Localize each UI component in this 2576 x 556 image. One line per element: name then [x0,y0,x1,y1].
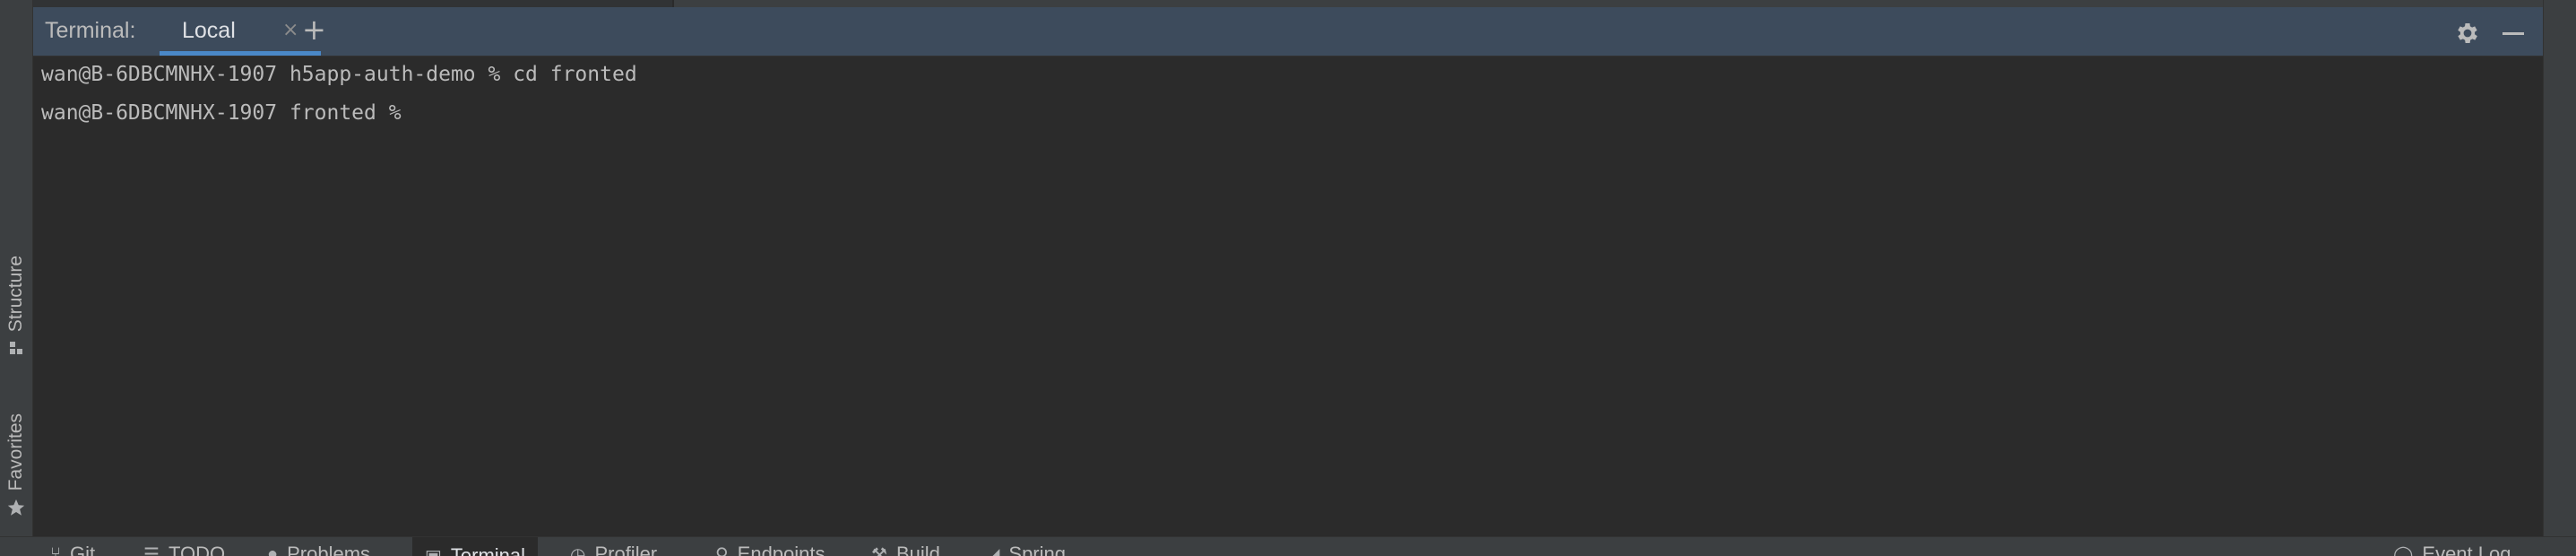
gear-icon[interactable] [2454,20,2481,47]
structure-label: Structure [5,255,26,332]
build-icon: ⚒ [871,544,887,556]
editor-gutter-edge [0,0,672,7]
spring-label: Spring [1008,543,1066,556]
profiler-icon: ◷ [570,544,586,556]
spring-icon: ◢ [986,544,1000,556]
event-log-icon: ◯ [2393,544,2414,556]
new-session-button[interactable]: + [302,15,326,44]
terminal-tool-window-header: Terminal: Local × + [33,7,2543,56]
terminal-prompt-line: wan@B-6DBCMNHX-1907 fronted % [41,101,414,125]
favorites-tool-button[interactable]: Favorites [0,396,32,522]
endpoints-label: Endpoints [737,543,826,556]
structure-tool-button[interactable]: Structure [0,239,32,361]
terminal-tool-button[interactable]: ▣ Terminal [412,537,539,556]
build-label: Build [895,543,940,556]
profiler-label: Profiler [594,543,658,556]
terminal-label: Terminal [450,544,526,556]
editor-bottom-edge [0,0,2576,7]
tab-label: Local [182,18,236,43]
git-icon: ⑂ [50,543,61,556]
event-log-tool-button[interactable]: ◯ Event Log [2393,543,2511,556]
close-icon[interactable]: × [282,18,298,43]
list-icon: ☰ [143,544,160,556]
active-tab-indicator [160,51,321,56]
right-tool-stripe [2543,0,2576,536]
editor-splitter[interactable] [672,0,674,7]
favorites-label: Favorites [5,413,26,491]
problems-tool-button[interactable]: ● Problems [267,543,370,556]
terminal-icon: ▣ [425,545,442,556]
git-tool-button[interactable]: ⑂ Git [50,543,95,556]
tool-window-title: Terminal: [45,18,136,43]
star-icon [6,498,26,522]
bottom-tool-bar: ⑂ Git ☰ TODO ● Problems ▣ Terminal ◷ Pro… [0,536,2576,556]
profiler-tool-button[interactable]: ◷ Profiler [570,543,657,556]
structure-icon [8,339,24,361]
terminal-output[interactable]: wan@B-6DBCMNHX-1907 h5app-auth-demo % cd… [33,56,2543,536]
event-log-label: Event Log [2422,543,2511,556]
endpoints-icon: ⚲ [715,544,729,556]
minimize-icon[interactable] [2503,32,2524,35]
build-tool-button[interactable]: ⚒ Build [871,543,940,556]
spring-tool-button[interactable]: ◢ Spring [986,543,1066,556]
problems-icon: ● [267,543,279,556]
problems-label: Problems [287,543,371,556]
todo-tool-button[interactable]: ☰ TODO [143,543,225,556]
endpoints-tool-button[interactable]: ⚲ Endpoints [715,543,826,556]
terminal-line: wan@B-6DBCMNHX-1907 h5app-auth-demo % cd… [41,63,637,86]
todo-label: TODO [168,543,226,556]
ide-window: Structure Favorites Terminal: Local × + [0,0,2576,556]
left-tool-stripe: Structure Favorites [0,0,33,536]
tab-local[interactable]: Local × [160,7,321,56]
git-label: Git [70,543,96,556]
